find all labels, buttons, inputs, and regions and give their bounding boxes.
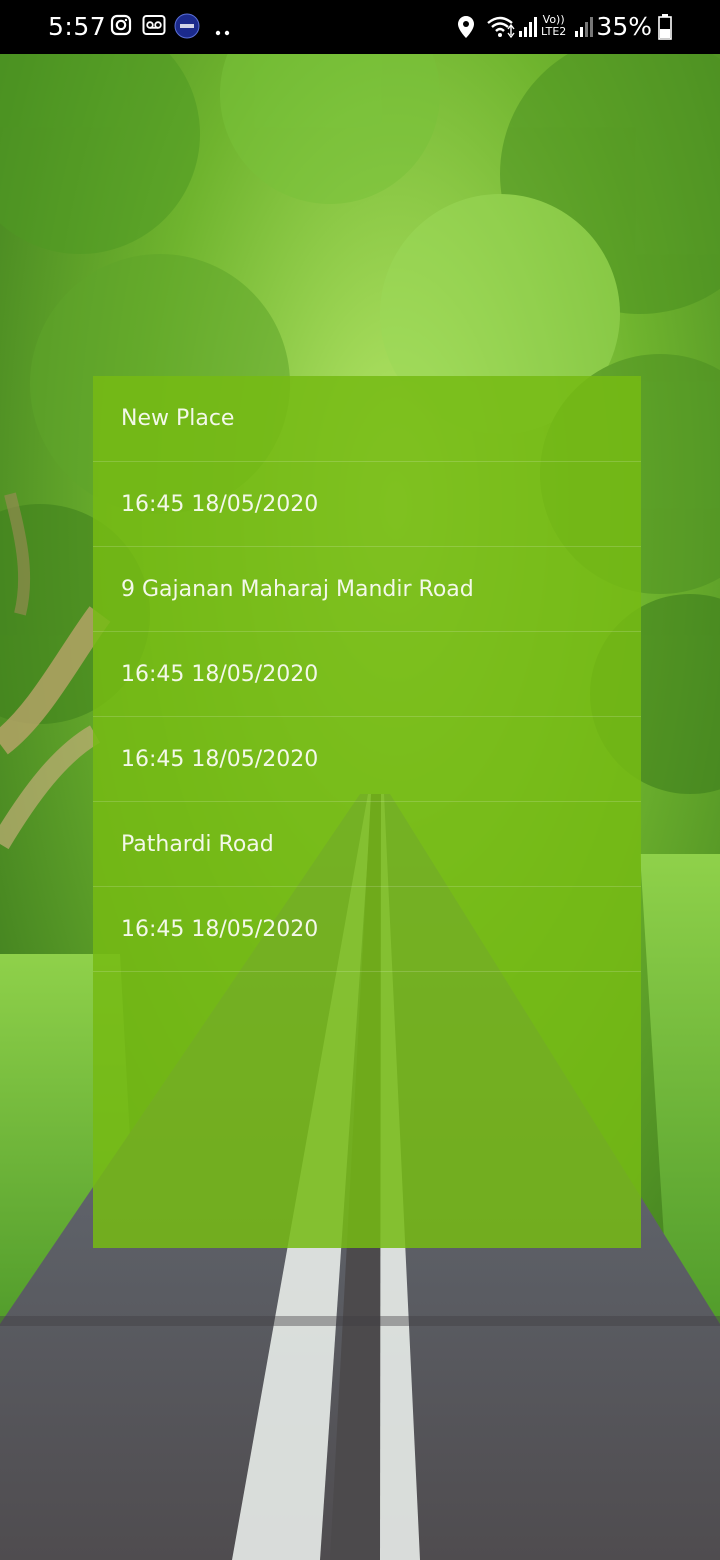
status-bar: 5:57 Vo)) LTE2 35%: [0, 0, 720, 54]
signal-icon: [518, 16, 538, 42]
list-item-label: 9 Gajanan Maharaj Mandir Road: [121, 576, 474, 602]
list-item-label: 16:45 18/05/2020: [121, 661, 319, 687]
status-time: 5:57: [48, 12, 107, 41]
list-item[interactable]: 16:45 18/05/2020: [93, 887, 641, 972]
history-list-panel: New Place 16:45 18/05/2020 9 Gajanan Mah…: [93, 376, 641, 1248]
list-item-label: 16:45 18/05/2020: [121, 916, 319, 942]
list-item[interactable]: 9 Gajanan Maharaj Mandir Road: [93, 547, 641, 632]
list-item-label: 16:45 18/05/2020: [121, 746, 319, 772]
list-item-label: Pathardi Road: [121, 831, 274, 857]
list-item[interactable]: 16:45 18/05/2020: [93, 717, 641, 802]
battery-percentage: 35%: [596, 12, 652, 41]
battery-icon: [658, 14, 672, 44]
list-item-label: 16:45 18/05/2020: [121, 491, 319, 517]
list-item[interactable]: New Place: [93, 376, 641, 462]
list-item[interactable]: 16:45 18/05/2020: [93, 632, 641, 717]
wifi-icon: [486, 15, 516, 43]
voicemail-icon: [142, 14, 166, 40]
volte-icon: Vo)) LTE2: [541, 14, 566, 38]
location-icon: [457, 15, 475, 43]
app-badge-icon: [174, 13, 200, 43]
volte-label-bottom: LTE2: [541, 25, 567, 38]
more-dots-icon: [215, 22, 231, 41]
list-item[interactable]: Pathardi Road: [93, 802, 641, 887]
signal-icon-2: [574, 16, 594, 42]
instagram-icon: [110, 14, 132, 40]
list-item-label: New Place: [121, 406, 235, 431]
list-item[interactable]: 16:45 18/05/2020: [93, 462, 641, 547]
